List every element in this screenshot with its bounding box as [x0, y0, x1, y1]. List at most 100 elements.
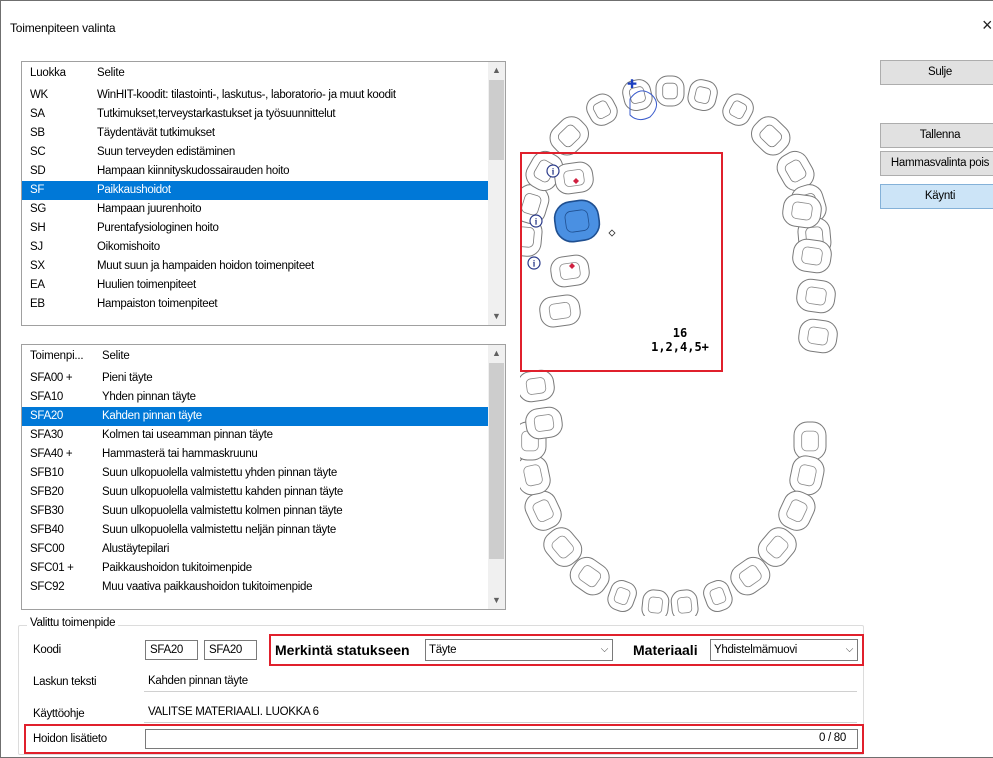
tooth[interactable]: [605, 578, 640, 615]
code-label: Koodi: [33, 644, 61, 656]
list-row[interactable]: EA Huulien toimenpiteet: [22, 276, 488, 295]
tooth[interactable]: [620, 77, 654, 113]
row-code: EB: [30, 298, 45, 310]
row-description: Suun ulkopuolella valmistettu neljän pin…: [102, 524, 336, 536]
close-icon[interactable]: ×: [982, 15, 993, 36]
tooth[interactable]: [655, 75, 685, 107]
procedure-list[interactable]: Toimenpi... Selite SFA00 + Pieni täyte SFA…: [21, 344, 506, 610]
list-row[interactable]: SFC92 Muu vaativa paikkaushoidon tukitoim…: [22, 578, 488, 597]
row-description: Yhden pinnan täyte: [102, 391, 196, 403]
extra-info-input[interactable]: [145, 729, 858, 749]
selected-tooth-highlight: [520, 152, 723, 372]
list-row[interactable]: SF Paikkaushoidot: [22, 181, 488, 200]
row-description: Alustäytepilari: [102, 543, 170, 555]
list-row[interactable]: EB Hampaiston toimenpiteet: [22, 295, 488, 314]
tooth[interactable]: [797, 318, 839, 355]
list-row[interactable]: WK WinHIT-koodit: tilastointi-, laskutus-…: [22, 86, 488, 105]
list-row[interactable]: SFA00 + Pieni täyte: [22, 369, 488, 388]
class-list[interactable]: Luokka Selite WK WinHIT-koodit: tilastoin…: [21, 61, 506, 326]
procedure-list-header[interactable]: Toimenpi... Selite: [22, 345, 488, 367]
list-row[interactable]: SFA30 Kolmen tai useamman pinnan täyte: [22, 426, 488, 445]
row-code: SFB20: [30, 486, 64, 498]
list-row[interactable]: SFB30 Suun ulkopuolella valmistettu kolme…: [22, 502, 488, 521]
row-code: SF: [30, 184, 45, 196]
visit-button[interactable]: Käynti: [880, 184, 993, 209]
list-row[interactable]: SFA40 + Hammasterä tai hammaskruunu: [22, 445, 488, 464]
tooth[interactable]: [787, 453, 826, 497]
tooth[interactable]: [641, 589, 670, 621]
scroll-thumb[interactable]: [489, 363, 504, 559]
tooth[interactable]: [686, 77, 720, 113]
list-row[interactable]: SH Purentafysiologinen hoito: [22, 219, 488, 238]
scroll-down-icon[interactable]: ▼: [488, 592, 505, 609]
close-button[interactable]: Sulje: [880, 60, 993, 85]
tooth[interactable]: [670, 589, 699, 621]
row-code: SFB30: [30, 505, 64, 517]
row-code: SA: [30, 108, 45, 120]
scroll-thumb[interactable]: [489, 80, 504, 160]
row-code: WK: [30, 89, 48, 101]
row-description: Hampaan juurenhoito: [97, 203, 202, 215]
list-row[interactable]: SFA10 Yhden pinnan täyte: [22, 388, 488, 407]
list-row[interactable]: SFA20 Kahden pinnan täyte: [22, 407, 488, 426]
plus-icon[interactable]: ✚: [627, 77, 637, 91]
chevron-down-icon[interactable]: ⌵: [601, 640, 609, 660]
row-code: EA: [30, 279, 45, 291]
save-button[interactable]: Tallenna: [880, 123, 993, 148]
code-field-1[interactable]: SFA20: [145, 640, 198, 660]
list-row[interactable]: SX Muut suun ja hampaiden hoidon toimenpi…: [22, 257, 488, 276]
list-row[interactable]: SA Tutkimukset,terveystarkastukset ja työ…: [22, 105, 488, 124]
procedure-list-scrollbar[interactable]: ▲ ▼: [488, 345, 505, 609]
list-row[interactable]: SJ Oikomishoito: [22, 238, 488, 257]
row-description: Suun ulkopuolella valmistettu kahden pin…: [102, 486, 344, 498]
row-description: Kolmen tai useamman pinnan täyte: [102, 429, 273, 441]
status-select-value: Täyte: [429, 644, 457, 656]
tooth[interactable]: [583, 90, 622, 130]
col-header-selite[interactable]: Selite: [97, 62, 125, 84]
tooth[interactable]: [719, 90, 758, 130]
col-header-toimenpide[interactable]: Toimenpi...: [30, 345, 84, 367]
chevron-down-icon[interactable]: ⌵: [846, 640, 854, 660]
row-description: Paikkaushoidon tukitoimenpide: [102, 562, 252, 574]
row-description: Suun terveyden edistäminen: [97, 146, 235, 158]
row-description: Huulien toimenpiteet: [97, 279, 196, 291]
tooth[interactable]: [517, 369, 556, 404]
material-select-value: Yhdistelmämuovi: [714, 644, 798, 656]
class-list-scrollbar[interactable]: ▲ ▼: [488, 62, 505, 325]
list-row[interactable]: SG Hampaan juurenhoito: [22, 200, 488, 219]
tooth[interactable]: [793, 421, 827, 461]
scroll-up-icon[interactable]: ▲: [488, 345, 505, 362]
tooth-selection-off-button[interactable]: Hammasvalinta pois: [880, 151, 993, 176]
row-code: SFA30: [30, 429, 64, 441]
status-select[interactable]: Täyte ⌵: [425, 639, 613, 661]
row-description: Suun ulkopuolella valmistettu yhden pinn…: [102, 467, 337, 479]
code-field-2[interactable]: SFA20: [204, 640, 257, 660]
scroll-up-icon[interactable]: ▲: [488, 62, 505, 79]
list-row[interactable]: SC Suun terveyden edistäminen: [22, 143, 488, 162]
row-description: Muu vaativa paikkaushoidon tukitoimenpid…: [102, 581, 313, 593]
usage-field[interactable]: VALITSE MATERIAALI. LUOKKA 6: [144, 703, 857, 723]
list-row[interactable]: SFB10 Suun ulkopuolella valmistettu yhden…: [22, 464, 488, 483]
tooth[interactable]: [701, 578, 736, 615]
list-row[interactable]: SFB40 Suun ulkopuolella valmistettu neljä…: [22, 521, 488, 540]
invoice-text-field[interactable]: Kahden pinnan täyte: [144, 672, 857, 692]
row-code: SFC92: [30, 581, 65, 593]
list-row[interactable]: SFC01 + Paikkaushoidon tukitoimenpide: [22, 559, 488, 578]
scroll-down-icon[interactable]: ▼: [488, 308, 505, 325]
col-header-luokka[interactable]: Luokka: [30, 62, 66, 84]
row-code: SFC00: [30, 543, 65, 555]
row-description: Hammasterä tai hammaskruunu: [102, 448, 258, 460]
row-description: Pieni täyte: [102, 372, 153, 384]
col-header-selite[interactable]: Selite: [102, 345, 130, 367]
list-row[interactable]: SB Täydentävät tutkimukset: [22, 124, 488, 143]
material-select[interactable]: Yhdistelmämuovi ⌵: [710, 639, 858, 661]
list-row[interactable]: SD Hampaan kiinnityskudossairauden hoito: [22, 162, 488, 181]
tooth[interactable]: [795, 278, 837, 315]
class-list-header[interactable]: Luokka Selite: [22, 62, 488, 84]
list-row[interactable]: SFB20 Suun ulkopuolella valmistettu kahde…: [22, 483, 488, 502]
row-description: Paikkaushoidot: [97, 184, 171, 196]
list-row[interactable]: SFC00 Alustäytepilari: [22, 540, 488, 559]
material-label: Materiaali: [633, 642, 698, 658]
row-description: Hampaan kiinnityskudossairauden hoito: [97, 165, 290, 177]
tooth[interactable]: [524, 406, 564, 441]
